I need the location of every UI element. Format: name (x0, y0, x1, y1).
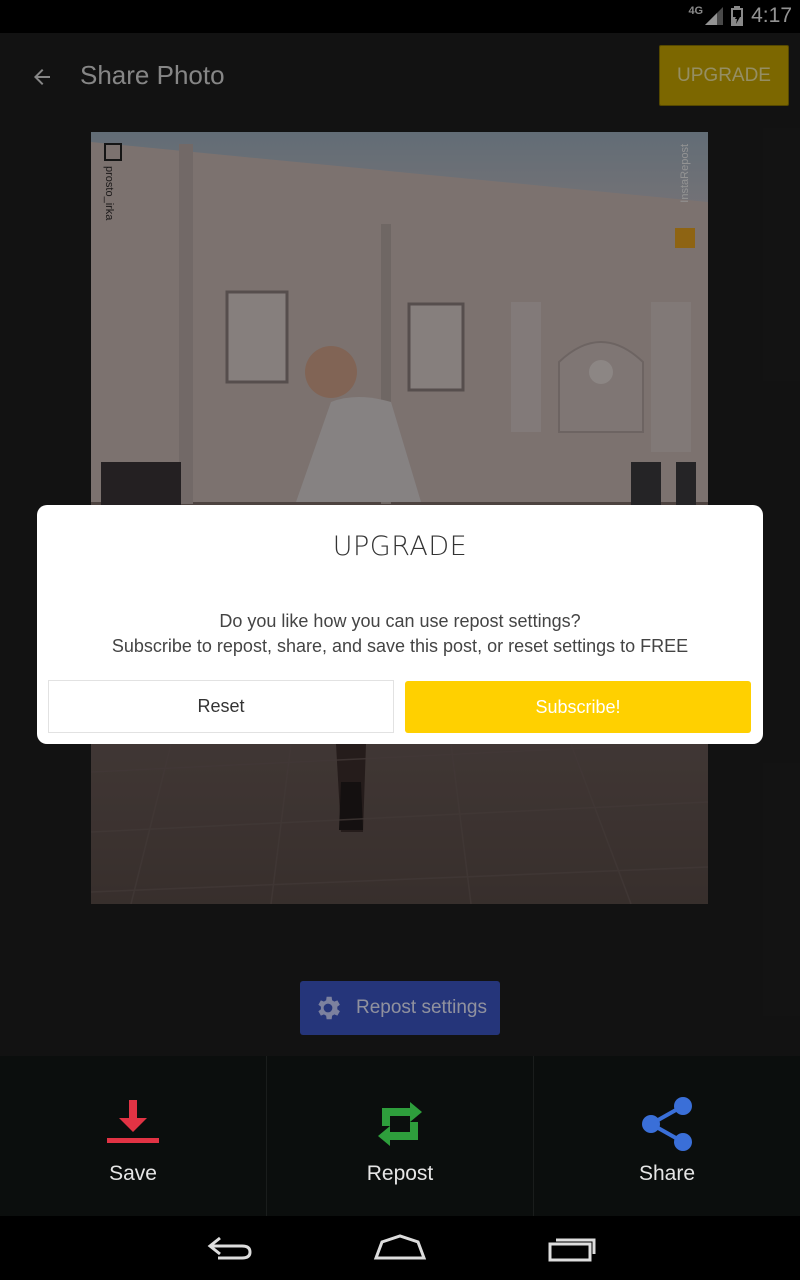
download-icon (107, 1100, 159, 1143)
bottom-action-bar: Save Repost Share (0, 1056, 800, 1216)
share-label: Share (638, 1162, 696, 1185)
repost-icon (378, 1102, 422, 1146)
clock: 4:17 (751, 4, 792, 27)
upgrade-dialog: UPGRADE Do you like how you can use repo… (37, 505, 763, 744)
nav-recents-icon[interactable] (542, 1230, 602, 1266)
signal-icon (705, 7, 724, 25)
status-bar: 4G 4:17 (0, 0, 800, 33)
back-button[interactable] (22, 57, 62, 97)
repost-settings-button[interactable]: Repost settings (300, 981, 500, 1035)
repost-label: Repost (366, 1162, 434, 1185)
upgrade-button[interactable]: UPGRADE (659, 45, 789, 106)
dialog-message-line2: Subscribe to repost, share, and save thi… (111, 636, 689, 656)
share-icon (642, 1097, 692, 1151)
repost-action[interactable]: Repost (267, 1056, 534, 1216)
reset-button[interactable]: Reset (48, 680, 394, 733)
save-label: Save (109, 1162, 157, 1185)
app-bar: Share Photo UPGRADE (0, 33, 800, 121)
share-action[interactable]: Share (534, 1056, 800, 1216)
network-type: 4G (688, 5, 704, 17)
page-title: Share Photo (80, 60, 225, 90)
arrow-back-icon (34, 69, 50, 85)
battery-icon (731, 6, 744, 26)
dialog-message-line1: Do you like how you can use repost setti… (219, 611, 581, 631)
repost-settings-label: Repost settings (356, 997, 487, 1018)
insta-repost-logo-icon (675, 228, 695, 248)
system-nav-bar (0, 1216, 800, 1280)
dialog-message: Do you like how you can use repost setti… (37, 609, 763, 659)
gear-icon (318, 996, 340, 1020)
watermark-app: InstaRepost (679, 144, 691, 203)
watermark-username: prosto_irka (103, 166, 115, 221)
save-action[interactable]: Save (0, 1056, 267, 1216)
nav-back-icon[interactable] (200, 1230, 260, 1266)
dialog-title: UPGRADE (332, 531, 468, 562)
nav-home-icon[interactable] (370, 1230, 430, 1266)
subscribe-button[interactable]: Subscribe! (405, 681, 751, 733)
